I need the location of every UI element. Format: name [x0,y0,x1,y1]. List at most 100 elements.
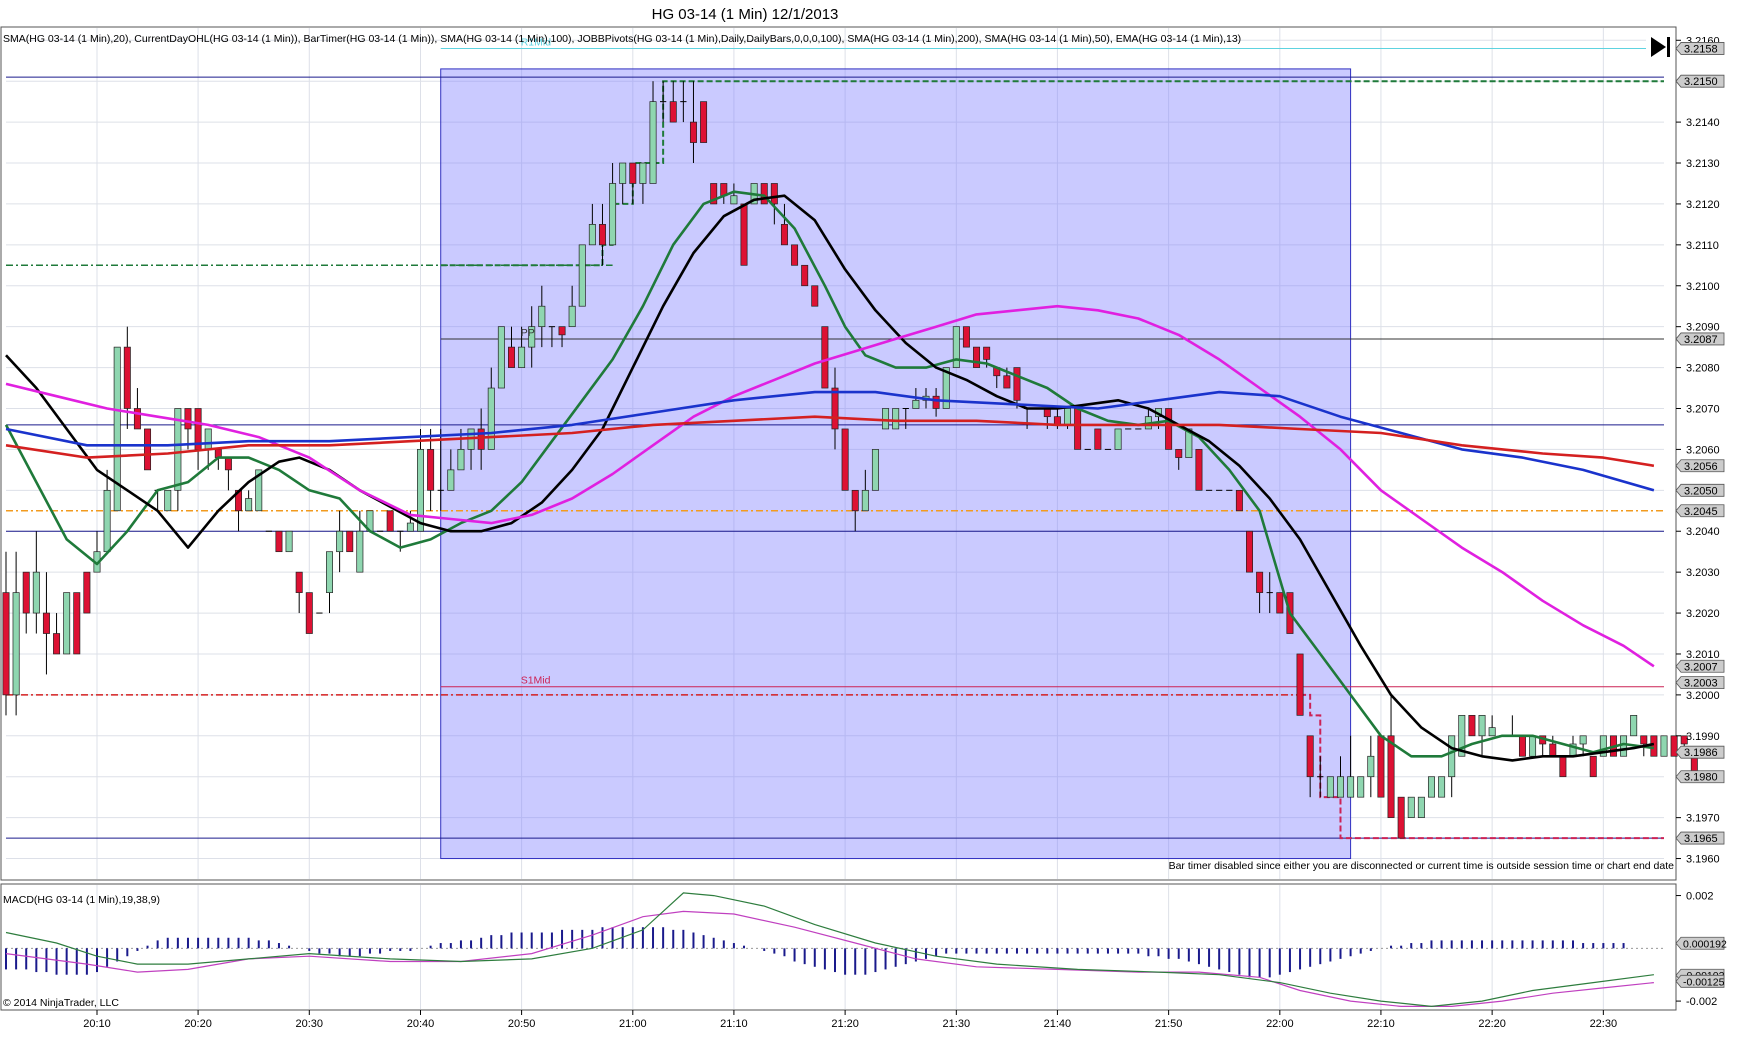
candle-body [1407,796,1415,818]
chart-canvas[interactable]: HG 03-14 (1 Min) 12/1/2013 R1MidPPS1Mid … [0,0,1752,1055]
candle-body [1529,735,1537,757]
candle-body [619,162,627,184]
price-marker-label: 3.1980 [1684,772,1718,784]
candle-body [932,395,940,409]
candle-body [53,633,61,655]
copyright-text: © 2014 NinjaTrader, LLC [3,997,119,1009]
time-tick-label: 22:20 [1478,1018,1506,1030]
candle-body [568,305,576,328]
candle-body [871,449,879,491]
candle-body [1256,571,1264,593]
candle-body [1377,735,1385,798]
price-marker-label: 3.2045 [1684,506,1718,518]
candle-body [204,428,212,450]
candle-body [73,592,81,655]
macd-tick-label: 0.002 [1686,891,1714,903]
candle-body [1013,367,1021,401]
price-tick-label: 3.2070 [1686,403,1720,415]
price-marker-label: 3.2150 [1684,76,1718,88]
candle-body [1175,449,1183,458]
candle-body [629,162,637,184]
candle-body [700,101,708,143]
candle-body [477,428,485,450]
candle-body [487,387,495,450]
time-tick-label: 21:00 [619,1018,647,1030]
candle-body [1246,530,1253,573]
time-tick-label: 22:00 [1266,1018,1294,1030]
candle-body [730,195,738,205]
price-tick-label: 3.1970 [1686,813,1720,825]
price-tick-label: 3.2010 [1686,649,1720,661]
macd-marker-label: -0.00125 [1683,976,1725,988]
price-marker-label: 3.2003 [1684,678,1718,690]
candle-body [851,489,859,512]
price-tick-label: 3.1990 [1686,731,1720,743]
candle-body [882,408,890,430]
pivot-label: S1Mid [521,675,551,687]
candle-body [295,571,303,593]
candle-body [1620,735,1628,757]
candle-body [1660,735,1668,757]
price-marker-label: 3.2050 [1684,485,1718,497]
candle-body [1296,653,1304,716]
time-tick-label: 20:10 [83,1018,111,1030]
candle-body [952,326,960,368]
time-tick-label: 21:20 [831,1018,859,1030]
candle-body [1427,776,1435,798]
candle-body [1165,408,1173,450]
time-tick-label: 20:40 [407,1018,435,1030]
ninjatrader-chart-window: HG 03-14 (1 Min) 12/1/2013 R1Mid PP S1Mid … [0,0,1752,1055]
candle-body [326,551,333,593]
candle-body [133,408,141,430]
price-tick-label: 3.2100 [1686,281,1720,293]
candle-body [983,346,991,360]
candle-body [1589,755,1597,778]
chart-title: HG 03-14 (1 Min) 12/1/2013 [652,6,839,23]
time-tick-label: 20:30 [296,1018,324,1030]
candle-body [1094,428,1102,450]
pivot-label: PP [521,327,535,339]
candle-body [497,326,505,389]
candle-body [336,530,344,553]
candle-body [12,592,20,696]
candle-body [346,530,354,553]
candle-body [83,571,91,614]
candle-body [892,408,900,430]
candle-body [1488,727,1496,737]
candle-body [224,457,232,471]
price-tick-label: 3.2090 [1686,322,1720,334]
candle-body [801,264,809,287]
macd-panel[interactable] [0,883,1677,1011]
candle-body [427,449,435,491]
skip-to-end-bar [1667,37,1670,57]
candle-body [1650,735,1658,757]
price-tick-label: 3.2060 [1686,444,1720,456]
candle-body [417,449,424,532]
price-tick-label: 3.2040 [1686,526,1720,538]
candle-body [508,346,515,368]
candle-body [1559,755,1567,778]
candle-body [1387,735,1395,818]
candle-body [518,346,526,368]
candle-body [831,387,839,430]
candle-body [386,510,394,532]
candle-body [811,285,819,307]
scroll-to-end-button[interactable] [1646,34,1672,60]
candle-body [1347,776,1355,798]
candle-body [1003,375,1011,389]
candle-body [1468,714,1476,737]
price-marker-label: 3.2087 [1684,334,1718,346]
time-tick-label: 21:50 [1155,1018,1183,1030]
time-tick-label: 20:20 [184,1018,212,1030]
candle-body [538,305,546,328]
candle-body [669,101,677,123]
price-tick-label: 3.2130 [1686,158,1720,170]
candle-body [770,183,778,205]
candle-body [457,449,465,471]
candle-body [1579,735,1587,745]
macd-legend: MACD(HG 03-14 (1 Min),19,38,9) [3,894,160,906]
candle-body [649,101,657,184]
candle-body [1337,776,1344,798]
bar-timer-message: Bar timer disabled since either you are … [1169,860,1675,872]
candle-body [1478,714,1486,737]
